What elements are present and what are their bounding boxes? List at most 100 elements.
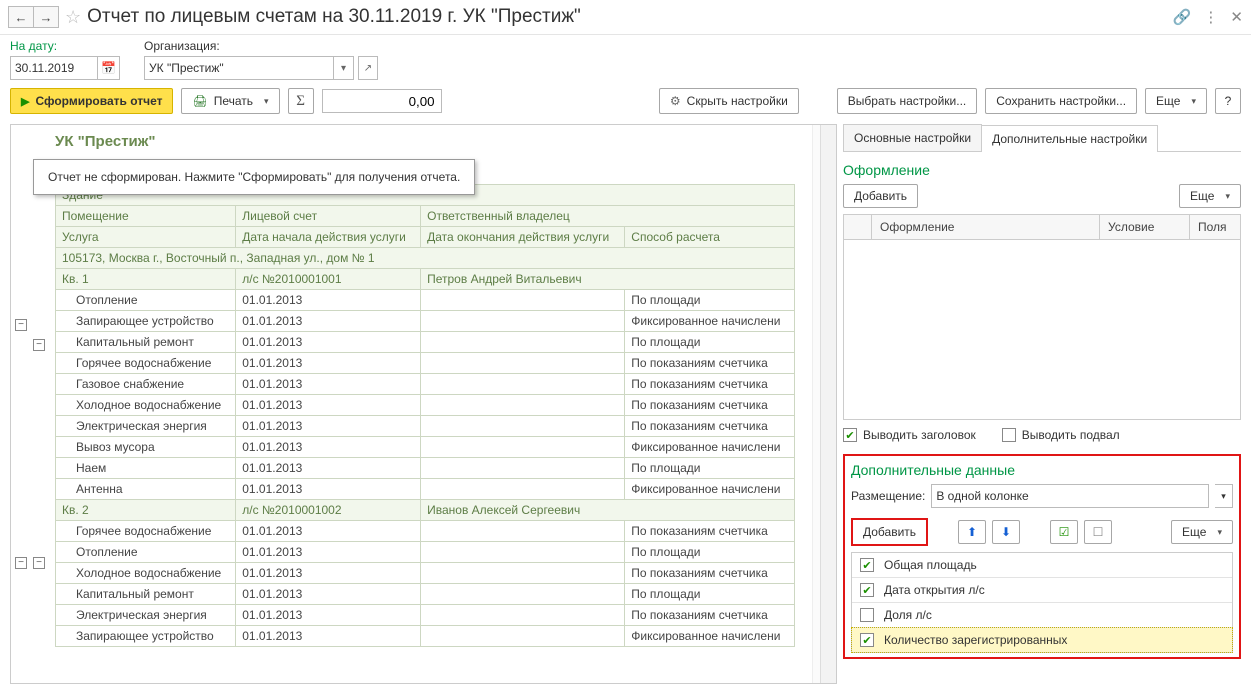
list-item-checkbox[interactable] <box>860 558 874 572</box>
col-owner: Ответственный владелец <box>421 206 795 227</box>
table-row[interactable]: Отопление01.01.2013По площади <box>56 542 795 563</box>
extra-data-highlight: Дополнительные данные Размещение: В одно… <box>843 454 1241 659</box>
org-open-button[interactable]: ↗ <box>358 56 378 80</box>
page-title: Отчет по лицевым счетам на 30.11.2019 г.… <box>87 6 581 28</box>
table-row[interactable]: Холодное водоснабжение01.01.2013По показ… <box>56 395 795 416</box>
list-item-label: Общая площадь <box>884 558 977 572</box>
settings-panel: Основные настройки Дополнительные настро… <box>843 124 1241 684</box>
help-button[interactable]: ? <box>1215 88 1241 114</box>
table-row[interactable]: Запирающее устройство01.01.2013Фиксирова… <box>56 626 795 647</box>
extra-add-button[interactable]: Добавить <box>853 520 926 544</box>
list-item[interactable]: Дата открытия л/с <box>852 578 1232 603</box>
link-icon[interactable]: 🔗 <box>1173 8 1192 26</box>
col-format: Оформление <box>872 215 1100 239</box>
table-row[interactable]: Запирающее устройство01.01.2013Фиксирова… <box>56 311 795 332</box>
more-vertical-icon[interactable]: ⋮ <box>1203 8 1218 26</box>
tree-toggle[interactable]: − <box>33 557 45 569</box>
uncheck-all-icon: ☐ <box>1093 525 1104 539</box>
list-item-label: Дата открытия л/с <box>884 583 985 597</box>
show-header-checkbox[interactable] <box>843 428 857 442</box>
list-item-checkbox[interactable] <box>860 608 874 622</box>
report-not-generated-tooltip: Отчет не сформирован. Нажмите "Сформиров… <box>33 159 475 195</box>
tree-toggle[interactable]: − <box>33 339 45 351</box>
nav-back-button[interactable]: ← <box>8 6 34 28</box>
list-item[interactable]: Общая площадь <box>852 553 1232 578</box>
nav-forward-button[interactable]: → <box>33 6 59 28</box>
move-down-button[interactable]: ⬇ <box>992 520 1020 544</box>
list-item[interactable]: Количество зарегистрированных <box>852 628 1232 652</box>
sum-button[interactable]: Σ <box>288 88 314 114</box>
format-more-button[interactable]: Еще <box>1179 184 1241 208</box>
list-item-label: Доля л/с <box>884 608 932 622</box>
list-item-checkbox[interactable] <box>860 583 874 597</box>
table-row[interactable]: Капитальный ремонт01.01.2013По площади <box>56 584 795 605</box>
show-footer-checkbox[interactable] <box>1002 428 1016 442</box>
gear-icon: ⚙ <box>670 94 681 108</box>
table-row[interactable]: Горячее водоснабжение01.01.2013По показа… <box>56 521 795 542</box>
uncheck-all-button[interactable]: ☐ <box>1084 520 1112 544</box>
list-item[interactable]: Доля л/с <box>852 603 1232 628</box>
format-add-button[interactable]: Добавить <box>843 184 918 208</box>
arrow-up-icon: ⬆ <box>967 525 977 539</box>
extra-more-button[interactable]: Еще <box>1171 520 1233 544</box>
table-row[interactable]: Горячее водоснабжение01.01.2013По показа… <box>56 353 795 374</box>
print-button[interactable]: 🖨 Печать <box>181 88 279 114</box>
format-table-header: Оформление Условие Поля <box>843 214 1241 240</box>
hide-settings-button[interactable]: ⚙ Скрыть настройки <box>659 88 799 114</box>
section-extra-title: Дополнительные данные <box>851 462 1233 478</box>
sum-input[interactable] <box>322 89 442 113</box>
table-row[interactable]: Антенна01.01.2013Фиксированное начислени <box>56 479 795 500</box>
tab-extra-settings[interactable]: Дополнительные настройки <box>981 125 1158 152</box>
date-input[interactable]: 30.11.2019 📅 <box>10 56 120 80</box>
tab-main-settings[interactable]: Основные настройки <box>843 124 982 151</box>
list-item-checkbox[interactable] <box>860 633 874 647</box>
placement-input[interactable]: В одной колонке <box>931 484 1209 508</box>
play-icon: ▶ <box>21 95 29 108</box>
show-header-label: Выводить заголовок <box>863 428 976 442</box>
extra-data-list: Общая площадь Дата открытия л/с Доля л/с Ко… <box>851 552 1233 653</box>
printer-icon: 🖨 <box>192 94 207 108</box>
arrow-down-icon: ⬇ <box>1001 525 1011 539</box>
table-row[interactable]: Холодное водоснабжение01.01.2013По показ… <box>56 563 795 584</box>
date-label: На дату: <box>10 39 120 53</box>
table-row[interactable]: Электрическая энергия01.01.2013По показа… <box>56 416 795 437</box>
tree-toggle[interactable]: − <box>15 319 27 331</box>
table-row[interactable]: Капитальный ремонт01.01.2013По площади <box>56 332 795 353</box>
calendar-icon[interactable]: 📅 <box>97 57 119 79</box>
org-field-group: Организация: УК "Престиж" ▾ ↗ <box>144 39 378 80</box>
org-label: Организация: <box>144 39 378 53</box>
section-format-title: Оформление <box>843 162 1241 178</box>
show-footer-label: Выводить подвал <box>1022 428 1120 442</box>
col-cond: Условие <box>1100 215 1190 239</box>
col-calc: Способ расчета <box>625 227 795 248</box>
tree-toggle[interactable]: − <box>15 557 27 569</box>
table-row[interactable]: Электрическая энергия01.01.2013По показа… <box>56 605 795 626</box>
col-service: Услуга <box>56 227 236 248</box>
move-up-button[interactable]: ⬆ <box>958 520 986 544</box>
scrollbar[interactable] <box>820 125 836 683</box>
report-company-title: УК "Престиж" <box>55 125 836 154</box>
date-field-group: На дату: 30.11.2019 📅 <box>10 39 120 80</box>
report-area: УК "Престиж" Отчет не сформирован. Нажми… <box>10 124 837 684</box>
org-input[interactable]: УК "Престиж" <box>144 56 334 80</box>
col-date-start: Дата начала действия услуги <box>236 227 421 248</box>
placement-dropdown-button[interactable]: ▾ <box>1215 484 1233 508</box>
org-dropdown-button[interactable]: ▾ <box>334 56 354 80</box>
save-settings-button[interactable]: Сохранить настройки... <box>985 88 1137 114</box>
col-fields: Поля <box>1190 215 1240 239</box>
favorite-star-icon[interactable]: ☆ <box>65 7 81 28</box>
generate-report-button[interactable]: ▶ Сформировать отчет <box>10 88 173 114</box>
table-row[interactable]: Газовое снабжение01.01.2013По показаниям… <box>56 374 795 395</box>
choose-settings-button[interactable]: Выбрать настройки... <box>837 88 977 114</box>
table-row[interactable]: Наем01.01.2013По площади <box>56 458 795 479</box>
table-row[interactable]: Вывоз мусора01.01.2013Фиксированное начи… <box>56 437 795 458</box>
col-date-end: Дата окончания действия услуги <box>421 227 625 248</box>
toolbar-more-button[interactable]: Еще <box>1145 88 1207 114</box>
check-all-icon: ☑ <box>1059 525 1070 539</box>
report-table: Здание Помещение Лицевой счет Ответствен… <box>55 184 795 647</box>
format-table-body[interactable] <box>843 240 1241 420</box>
table-row[interactable]: Отопление01.01.2013По площади <box>56 290 795 311</box>
close-icon[interactable]: ✕ <box>1230 8 1243 26</box>
check-all-button[interactable]: ☑ <box>1050 520 1078 544</box>
scrollbar-inner[interactable] <box>812 125 820 683</box>
